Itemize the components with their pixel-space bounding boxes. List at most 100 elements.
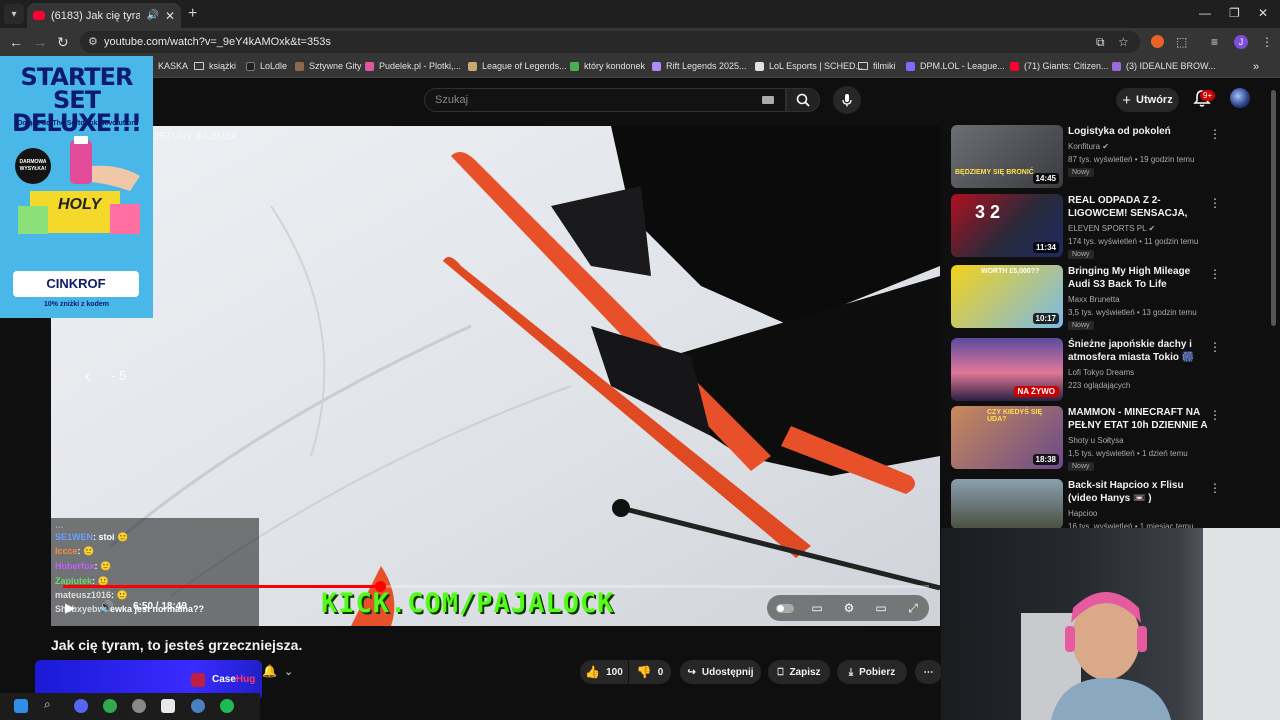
channel-name[interactable]: Lofi Tokyo Dreams: [1068, 368, 1134, 377]
video-thumbnail[interactable]: [951, 479, 1063, 529]
active-tab[interactable]: (6183) Jak cię tyram, to jesteś grzeczni…: [27, 3, 181, 28]
video-thumbnail[interactable]: BĘDZIEMY SIĘ BRONIĆ 14:45: [951, 125, 1063, 188]
discord-icon[interactable]: [74, 699, 88, 713]
channel-name[interactable]: Hapcioo: [1068, 509, 1097, 518]
forward-icon[interactable]: →: [33, 34, 47, 50]
reload-icon[interactable]: ↻: [57, 34, 69, 51]
theater-mode-icon[interactable]: ▭: [869, 598, 893, 618]
ad-promo-code[interactable]: CINKROF: [13, 271, 139, 297]
recommended-video[interactable]: NA ŻYWO Śnieżne japońskie dachy i atmosf…: [951, 338, 1226, 402]
more-vertical-icon[interactable]: ⋮: [1209, 408, 1221, 422]
more-vertical-icon[interactable]: ⋮: [1209, 127, 1221, 141]
channel-name[interactable]: ELEVEN SPORTS PL ✔: [1068, 224, 1155, 233]
volume-icon[interactable]: 🔊: [99, 600, 114, 614]
bookmark-item[interactable]: Sztywne Gity: [295, 61, 362, 71]
back-icon[interactable]: ←: [9, 34, 23, 50]
install-app-icon[interactable]: ⧉: [1096, 35, 1105, 50]
bookmark-item[interactable]: League of Legends...: [468, 61, 567, 71]
more-vertical-icon[interactable]: ⋮: [1209, 196, 1221, 210]
bookmark-item[interactable]: DPM.LOL - League...: [906, 61, 1005, 71]
video-title[interactable]: Śnieżne japońskie dachy i atmosfera mias…: [1068, 338, 1208, 364]
video-title[interactable]: MAMMON - MINECRAFT NA PEŁNY ETAT 10h DZI…: [1068, 406, 1208, 432]
minimize-button[interactable]: —: [1199, 6, 1211, 20]
tab-list-dropdown[interactable]: ▾: [4, 4, 24, 24]
search-icon[interactable]: ⌕: [44, 697, 58, 711]
play-icon[interactable]: ▶: [65, 600, 75, 616]
fullscreen-icon[interactable]: ⤢: [901, 598, 925, 618]
voice-search-button[interactable]: [833, 86, 861, 114]
share-button[interactable]: ↪ Udostępnij: [680, 660, 761, 684]
site-info-icon[interactable]: ⚙: [88, 35, 98, 48]
video-title[interactable]: Back-sit Hapcioo x Flisu (video Hanys 📼 …: [1068, 479, 1208, 505]
channel-name[interactable]: Konfitura ✔: [1068, 142, 1109, 151]
more-vertical-icon[interactable]: ⋮: [1209, 481, 1221, 495]
chrome-icon[interactable]: [103, 699, 117, 713]
recommended-video[interactable]: BĘDZIEMY SIĘ BRONIĆ 14:45 Logistyka od p…: [951, 125, 1226, 189]
channel-name[interactable]: Maxx Brunetta: [1068, 295, 1120, 304]
bookmark-item[interactable]: (71) Giants: Citizen...: [1010, 61, 1109, 71]
create-button[interactable]: + Utwórz: [1116, 88, 1179, 112]
restore-button[interactable]: ❐: [1229, 6, 1240, 20]
chevron-left-icon[interactable]: ‹: [85, 366, 91, 387]
app-icon[interactable]: [132, 699, 146, 713]
bookmark-item[interactable]: który kondonek: [570, 61, 645, 71]
file-explorer-icon[interactable]: [161, 699, 175, 713]
search-button[interactable]: [786, 88, 820, 112]
more-vertical-icon[interactable]: ⋮: [1209, 267, 1221, 281]
channel-name[interactable]: Shoty u Sołtysa: [1068, 436, 1124, 445]
bookmark-item[interactable]: Pudelek.pl - Plotki,...: [365, 61, 461, 71]
video-title[interactable]: Bringing My High Mileage Audi S3 Back To…: [1068, 265, 1208, 291]
media-controls-icon[interactable]: ≡: [1211, 35, 1218, 49]
bookmark-item[interactable]: (3) IDEALNE BROW...: [1112, 61, 1216, 71]
settings-gear-icon[interactable]: ⚙: [837, 598, 861, 618]
save-button[interactable]: ⎕ Zapisz: [768, 660, 830, 684]
video-thumbnail[interactable]: CZY KIEDYŚ SIĘ UDA? 18:38: [951, 406, 1063, 469]
profile-avatar[interactable]: J: [1234, 35, 1248, 49]
tab-close-icon[interactable]: ✕: [165, 9, 175, 23]
window-close-button[interactable]: ✕: [1258, 6, 1268, 20]
bookmark-folder[interactable]: filmiki: [858, 61, 896, 71]
like-button[interactable]: 👍 100: [580, 660, 628, 684]
progress-scrubber[interactable]: [374, 581, 386, 592]
keyboard-icon[interactable]: [762, 96, 774, 104]
bookmark-star-icon[interactable]: ☆: [1118, 35, 1129, 49]
chrome-menu-icon[interactable]: ⋮: [1261, 35, 1273, 49]
autoplay-toggle[interactable]: [773, 598, 797, 618]
bookmark-item[interactable]: KASKA: [158, 61, 188, 71]
url-text[interactable]: youtube.com/watch?v=_9eY4kAMOxk&t=353s: [104, 36, 331, 48]
video-player[interactable]: ORTUNY ZA SUBA ‹ - 5 … SE1WEN: stoi 🙂 Ic…: [51, 126, 940, 626]
download-button[interactable]: ⤓ Pobierz: [837, 660, 907, 684]
video-title[interactable]: REAL ODPADA Z 2-LIGOWCEM! SENSACJA, ABSU…: [1068, 194, 1208, 220]
bookmark-item[interactable]: Rift Legends 2025...: [652, 61, 747, 71]
windows-start-icon[interactable]: [14, 699, 28, 713]
bookmark-folder[interactable]: książki: [194, 61, 236, 71]
extension-icon[interactable]: [1151, 35, 1164, 48]
video-thumbnail[interactable]: WORTH £5,000?? 10:17: [951, 265, 1063, 328]
search-box[interactable]: [424, 88, 786, 112]
progress-bar[interactable]: [63, 581, 929, 592]
video-thumbnail[interactable]: NA ŻYWO: [951, 338, 1063, 401]
recommended-video[interactable]: CZY KIEDYŚ SIĘ UDA? 18:38 MAMMON - MINEC…: [951, 406, 1226, 471]
user-avatar[interactable]: [1230, 88, 1250, 108]
new-tab-button[interactable]: +: [188, 5, 197, 23]
bookmark-item[interactable]: LoLdle: [246, 61, 287, 71]
extensions-puzzle-icon[interactable]: ⬚: [1176, 35, 1187, 49]
address-bar[interactable]: ⚙ youtube.com/watch?v=_9eY4kAMOxk&t=353s: [80, 31, 1140, 53]
recommended-video[interactable]: WORTH £5,000?? 10:17 Bringing My High Mi…: [951, 265, 1226, 330]
video-thumbnail[interactable]: 3 2 11:34: [951, 194, 1063, 257]
audio-playing-icon[interactable]: 🔊: [146, 10, 158, 21]
recommended-video[interactable]: Back-sit Hapcioo x Flisu (video Hanys 📼 …: [951, 479, 1226, 531]
bookmarks-overflow-icon[interactable]: »: [1253, 61, 1259, 73]
video-title[interactable]: Logistyka od pokoleń: [1068, 125, 1208, 138]
more-actions-button[interactable]: ⋯: [915, 660, 942, 684]
recommended-video[interactable]: 3 2 11:34 REAL ODPADA Z 2-LIGOWCEM! SENS…: [951, 194, 1226, 259]
subtitles-icon[interactable]: ▭: [805, 598, 829, 618]
search-input[interactable]: [435, 92, 755, 108]
spotify-icon[interactable]: [220, 699, 234, 713]
dislike-button[interactable]: 👎 0: [629, 660, 671, 684]
steam-icon[interactable]: [191, 699, 205, 713]
chevron-down-icon[interactable]: ⌄: [284, 665, 293, 678]
notification-subscribe-bell-icon[interactable]: 🔔: [262, 664, 277, 678]
page-scrollbar[interactable]: [1271, 90, 1276, 326]
more-vertical-icon[interactable]: ⋮: [1209, 340, 1221, 354]
